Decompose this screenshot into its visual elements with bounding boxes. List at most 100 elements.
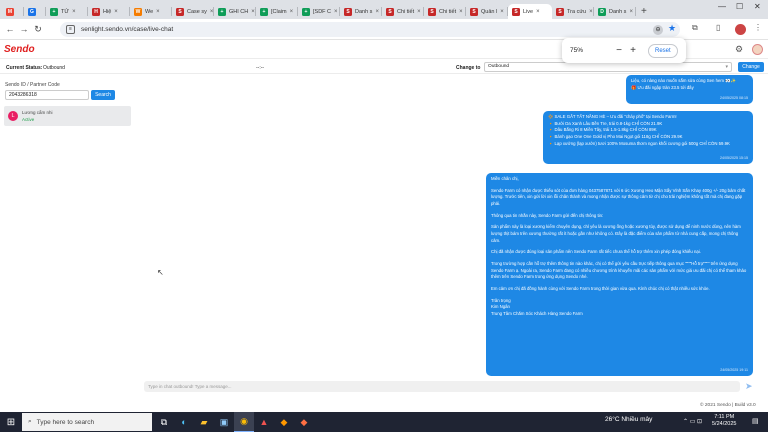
tab-close-icon[interactable]: × bbox=[72, 9, 76, 15]
browser-tab[interactable]: H Hiệ × bbox=[88, 4, 130, 19]
browser-toolbar: ← → ↻ ≡ senlight.sendo.vn/case/live-chat… bbox=[0, 19, 768, 40]
conversation-item[interactable]: L Lương cẩm nhi Active bbox=[4, 106, 131, 126]
reload-icon[interactable]: ↻ bbox=[31, 24, 45, 35]
tab-close-icon[interactable]: × bbox=[589, 9, 593, 15]
tab-close-icon[interactable]: × bbox=[114, 9, 118, 15]
browser-tab[interactable]: S Case sy × bbox=[172, 4, 214, 19]
tab-close-icon[interactable]: × bbox=[375, 9, 379, 15]
browser-tab[interactable]: + [SDF C × bbox=[298, 4, 340, 19]
tab-favicon-icon: + bbox=[302, 7, 310, 16]
tab-favicon-icon: G bbox=[28, 7, 36, 16]
chat-message: 🔆 SALE GẮT TẤT NẮNG HÈ – Ưu đãi "cháy ph… bbox=[543, 111, 753, 164]
tab-close-icon[interactable]: × bbox=[210, 9, 214, 15]
zoom-reset-button[interactable]: Reset bbox=[648, 43, 678, 58]
message-line: Trong trường hợp cần hỗ trợ thêm thông t… bbox=[491, 260, 747, 280]
tab-close-icon[interactable]: × bbox=[459, 9, 463, 15]
maximize-icon[interactable]: ☐ bbox=[736, 2, 743, 11]
search-icon: ⌕ bbox=[28, 418, 32, 425]
taskbar-search[interactable]: ⌕ Type here to search bbox=[22, 413, 152, 431]
weather-widget[interactable]: 26°C Nhiều mây bbox=[605, 416, 652, 423]
system-tray-icons[interactable]: ⌃ ▭ ⊡ bbox=[683, 418, 702, 425]
zoom-in-button[interactable]: + bbox=[626, 45, 640, 56]
edge-icon[interactable]: ◐ bbox=[174, 412, 194, 432]
store-icon[interactable]: ▣ bbox=[214, 412, 234, 432]
app-icon[interactable]: ◆ bbox=[294, 412, 314, 432]
bookmark-star-icon[interactable]: ★ bbox=[668, 23, 676, 34]
tab-favicon-icon: + bbox=[260, 7, 268, 16]
close-window-icon[interactable]: ✕ bbox=[754, 2, 761, 11]
tab-close-icon[interactable]: × bbox=[334, 9, 338, 15]
search-button[interactable]: Search bbox=[91, 90, 115, 100]
tab-close-icon[interactable]: × bbox=[500, 9, 504, 15]
browser-tab[interactable]: M bbox=[2, 4, 24, 19]
task-view-icon[interactable]: ⧉ bbox=[154, 412, 174, 432]
chrome-icon[interactable]: ◉ bbox=[234, 412, 254, 432]
tab-close-icon[interactable]: × bbox=[417, 9, 421, 15]
footer-text: © 2021 Sendo | Build v3.0 bbox=[700, 403, 756, 408]
tab-label: GHI CH bbox=[229, 8, 249, 15]
profile-avatar[interactable] bbox=[735, 24, 746, 35]
tab-label: [SDF C bbox=[313, 8, 332, 15]
tab-favicon-icon: H bbox=[92, 7, 100, 16]
zoom-level: 75% bbox=[570, 47, 584, 54]
browser-tab[interactable]: S Quản l × bbox=[466, 4, 508, 19]
taskbar-clock[interactable]: 7:11 PM 5/24/2025 bbox=[712, 414, 736, 429]
zoom-out-button[interactable]: − bbox=[612, 45, 626, 56]
tab-favicon-icon: S bbox=[344, 7, 352, 16]
notification-icon[interactable]: ▤ bbox=[752, 417, 759, 425]
tab-close-icon[interactable]: × bbox=[629, 9, 633, 15]
address-bar[interactable]: ≡ senlight.sendo.vn/case/live-chat bbox=[60, 22, 680, 37]
windows-start-icon[interactable]: ⊞ bbox=[0, 417, 22, 428]
new-tab-button[interactable]: + bbox=[636, 6, 652, 17]
browser-tab[interactable]: S Live × bbox=[508, 4, 552, 19]
message-timestamp: 24/05/2025 15:15 bbox=[720, 156, 748, 161]
extensions-icon[interactable]: ⧉ bbox=[692, 23, 698, 33]
browser-tab-strip: M G + TỬ × H Hiệ × W We × S Case sy × + GHI CH × + [Claim ×… bbox=[0, 0, 768, 19]
tab-close-icon[interactable]: × bbox=[156, 9, 160, 15]
conversation-avatar: L bbox=[8, 111, 18, 121]
minimize-icon[interactable]: — bbox=[718, 2, 726, 11]
browser-tab[interactable]: G bbox=[24, 4, 46, 19]
app-icon[interactable]: ◆ bbox=[274, 412, 294, 432]
tab-close-icon[interactable]: × bbox=[536, 9, 540, 15]
settings-gear-icon[interactable]: ⚙ bbox=[735, 44, 743, 55]
tab-favicon-icon: S bbox=[512, 7, 520, 16]
chat-message-input[interactable]: Type in chat outbound! Type a message... bbox=[144, 381, 740, 392]
back-icon[interactable]: ← bbox=[3, 24, 17, 34]
message-line: Miền chân chị, bbox=[491, 176, 519, 181]
change-button[interactable]: Change bbox=[738, 62, 764, 72]
browser-menu-icon[interactable]: ⋮ bbox=[754, 23, 762, 32]
tab-close-icon[interactable]: × bbox=[290, 9, 294, 15]
send-icon[interactable]: ➤ bbox=[745, 381, 753, 392]
tab-favicon-icon: S bbox=[470, 7, 478, 16]
user-avatar[interactable] bbox=[752, 44, 763, 55]
site-info-icon[interactable]: ≡ bbox=[66, 25, 75, 34]
sendo-logo[interactable]: Sendo bbox=[4, 44, 35, 55]
browser-tab[interactable]: + [Claim × bbox=[256, 4, 298, 19]
browser-tab[interactable]: W We × bbox=[130, 4, 172, 19]
message-line: Liệu, có nàng nào muốn sắm sửa cùng Sen … bbox=[631, 78, 736, 83]
zoom-icon[interactable]: ⊖ bbox=[653, 25, 663, 35]
conversation-name: Lương cẩm nhi bbox=[22, 110, 53, 115]
browser-tab[interactable]: S Danh s × bbox=[340, 4, 382, 19]
message-line: Thông qua tin nhắn này, Sendo Farm gửi đ… bbox=[491, 212, 604, 218]
tab-label: Quản l bbox=[481, 8, 498, 15]
chat-message: Miền chân chị, Sendo Farm có nhận được th… bbox=[486, 173, 753, 376]
tab-favicon-icon: S bbox=[176, 7, 184, 16]
tab-label: Case sy bbox=[187, 8, 207, 15]
browser-tab[interactable]: S Chi tiết × bbox=[382, 4, 424, 19]
browser-tab[interactable]: S Tra cứu × bbox=[552, 4, 594, 19]
change-to-select[interactable]: Outbound bbox=[484, 62, 732, 72]
sendo-id-input[interactable]: 2043286318 bbox=[5, 90, 89, 100]
tab-favicon-icon: + bbox=[218, 7, 226, 16]
browser-tab[interactable]: D Danh s × bbox=[594, 4, 636, 19]
forward-icon[interactable]: → bbox=[17, 24, 31, 34]
app-icon[interactable]: ▲ bbox=[254, 412, 274, 432]
current-status-label: Current Status: bbox=[6, 65, 43, 71]
browser-tab[interactable]: + TỬ × bbox=[46, 4, 88, 19]
tab-close-icon[interactable]: × bbox=[251, 9, 255, 15]
browser-tab[interactable]: S Chi tiết × bbox=[424, 4, 466, 19]
browser-tab[interactable]: + GHI CH × bbox=[214, 4, 256, 19]
side-panel-icon[interactable]: ▯ bbox=[716, 23, 720, 32]
file-explorer-icon[interactable]: ▰ bbox=[194, 412, 214, 432]
